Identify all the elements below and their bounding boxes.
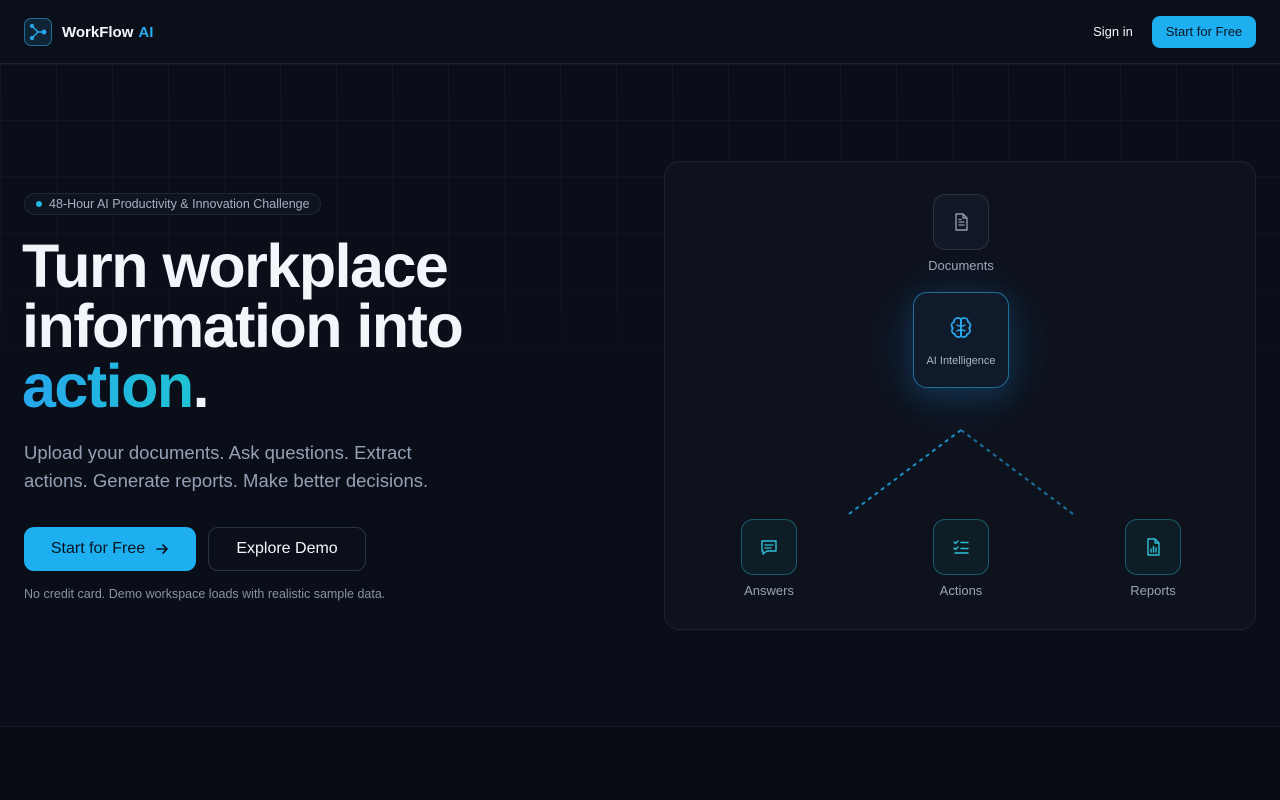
top-nav: WorkFlow AI Sign in Start for Free [0,0,1280,64]
challenge-badge: 48-Hour AI Productivity & Innovation Cha… [24,193,321,215]
reports-node: Reports [1119,519,1187,598]
brand-accent: AI [138,23,154,41]
start-free-label: Start for Free [50,540,146,557]
answers-node: Answers [735,519,803,598]
fineprint: No credit card. Demo workspace loads wit… [24,587,386,601]
sign-in-link[interactable]: Sign in [1082,22,1144,42]
badge-dot-icon [36,201,42,207]
headline-line-2: information into [22,292,464,360]
documents-node: Documents [927,194,995,273]
headline-period: . [192,352,210,420]
brand-name: WorkFlow [62,23,134,41]
brain-icon [947,314,975,347]
page-footer-band [0,726,1280,800]
headline-line-1: Turn workplace [22,232,449,300]
document-icon [933,194,989,250]
actions-label: Actions [939,583,983,598]
ai-intelligence-node: AI Intelligence [913,292,1009,388]
reports-label: Reports [1130,583,1176,598]
hero-subhead: Upload your documents. Ask questions. Ex… [24,442,429,491]
actions-node: Actions [927,519,995,598]
checklist-icon [933,519,989,575]
message-icon [741,519,797,575]
answers-label: Answers [744,583,794,598]
report-chart-icon [1125,519,1181,575]
nav-start-free-button[interactable]: Start for Free [1152,16,1256,48]
documents-label: Documents [928,258,994,273]
ai-intelligence-label: AI Intelligence [926,354,996,367]
headline-accent: action [22,352,194,420]
workflow-diagram-card: Documents AI Intelligence Answers Action… [664,161,1256,630]
workflow-logo-icon [24,18,52,46]
hero-headline: Turn workplace information into action. [22,236,582,417]
arrow-right-icon [155,542,169,556]
explore-demo-button[interactable]: Explore Demo [208,527,366,571]
badge-text: 48-Hour AI Productivity & Innovation Cha… [49,197,310,211]
start-free-button[interactable]: Start for Free [24,527,196,571]
brand[interactable]: WorkFlow AI [24,18,153,46]
